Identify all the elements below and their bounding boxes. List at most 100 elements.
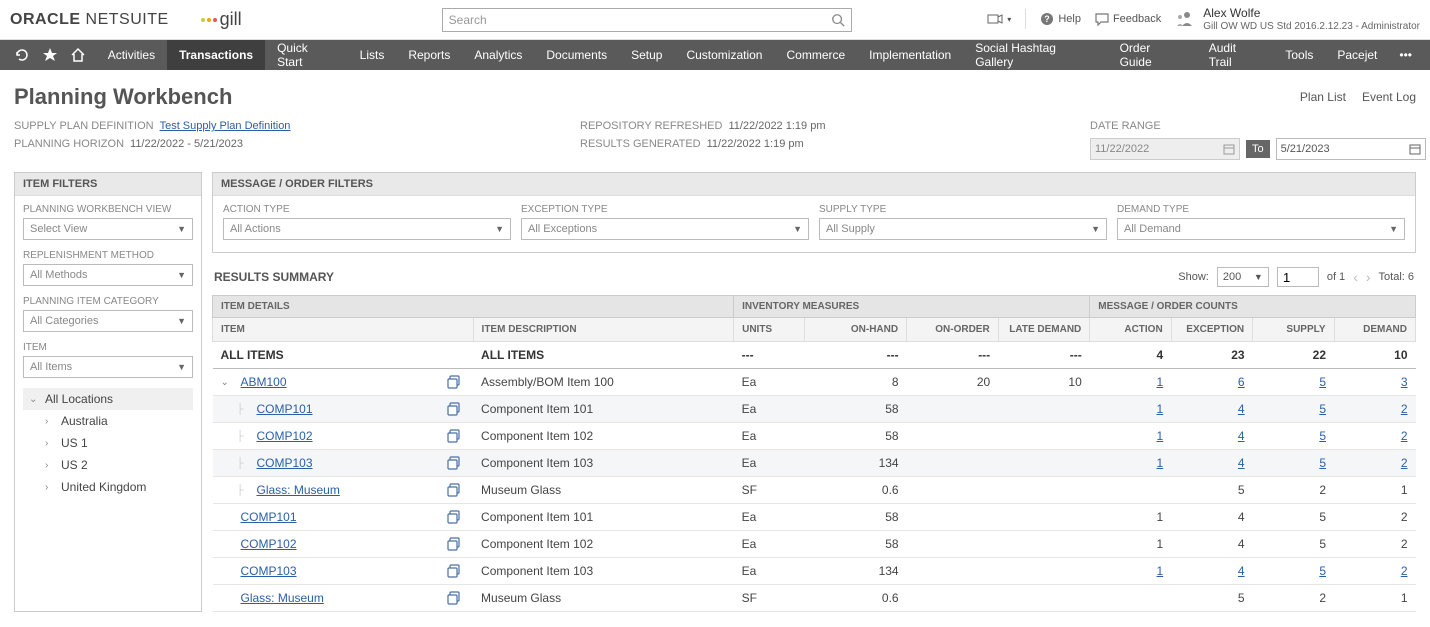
calendar-icon[interactable] [1409,143,1421,155]
count-link[interactable]: 5 [1319,375,1326,389]
count-link[interactable]: 4 [1238,456,1245,470]
nav-tab-order-guide[interactable]: Order Guide [1108,40,1197,70]
location-tree-item[interactable]: ›Australia [23,410,193,432]
nav-tab-transactions[interactable]: Transactions [167,40,265,70]
count-link[interactable]: 2 [1401,429,1408,443]
recent-records-icon[interactable] [8,47,36,63]
item-stack-icon[interactable] [447,483,465,497]
count-link[interactable]: 2 [1401,402,1408,416]
item-link[interactable]: COMP102 [257,429,313,443]
count-link[interactable]: 1 [1157,402,1164,416]
connector-icon[interactable]: ▾ [987,12,1011,26]
col-supply[interactable]: SUPPLY [1253,318,1334,342]
date-to-input[interactable]: 5/21/2023 [1276,138,1426,160]
location-tree-item[interactable]: ›United Kingdom [23,476,193,498]
col-demand[interactable]: DEMAND [1334,318,1416,342]
user-menu[interactable]: Alex Wolfe Gill OW WD US Std 2016.2.12.2… [1175,6,1420,32]
mof-filter-select[interactable]: All Supply▼ [819,218,1107,240]
cell-units: SF [734,477,805,504]
item-link[interactable]: COMP103 [257,456,313,470]
item-link[interactable]: COMP103 [241,564,297,578]
global-search[interactable] [442,8,852,32]
count-link[interactable]: 2 [1401,456,1408,470]
nav-tab-audit-trail[interactable]: Audit Trail [1197,40,1274,70]
location-tree-item[interactable]: ›US 1 [23,432,193,454]
count-link[interactable]: 1 [1157,564,1164,578]
nav-tab-commerce[interactable]: Commerce [774,40,857,70]
location-tree-item[interactable]: ›US 2 [23,454,193,476]
mof-filter-select[interactable]: All Actions▼ [223,218,511,240]
count-link[interactable]: 6 [1238,375,1245,389]
count-link[interactable]: 4 [1238,402,1245,416]
col-action[interactable]: ACTION [1090,318,1171,342]
count-link[interactable]: 3 [1401,375,1408,389]
nav-tab-customization[interactable]: Customization [674,40,774,70]
item-stack-icon[interactable] [447,402,465,416]
nav-tab-lists[interactable]: Lists [348,40,397,70]
item-stack-icon[interactable] [447,537,465,551]
nav-tab-documents[interactable]: Documents [534,40,619,70]
search-input[interactable] [449,13,831,27]
item-link[interactable]: Glass: Museum [241,591,324,605]
prev-page-icon[interactable]: ‹ [1353,269,1358,285]
method-select[interactable]: All Methods▼ [23,264,193,286]
item-stack-icon[interactable] [447,510,465,524]
nav-tab-pacejet[interactable]: Pacejet [1325,40,1389,70]
count-link[interactable]: 4 [1238,564,1245,578]
count-link[interactable]: 5 [1319,564,1326,578]
item-stack-icon[interactable] [447,591,465,605]
page-number-input[interactable] [1277,267,1319,287]
page-size-select[interactable]: 200▼ [1217,267,1269,287]
nav-tab-activities[interactable]: Activities [96,40,167,70]
count-link[interactable]: 2 [1401,564,1408,578]
col-exception[interactable]: EXCEPTION [1171,318,1252,342]
item-link[interactable]: COMP102 [241,537,297,551]
mof-filter-select[interactable]: All Exceptions▼ [521,218,809,240]
search-icon[interactable] [831,13,845,27]
nav-tab-analytics[interactable]: Analytics [462,40,534,70]
nav-tab-implementation[interactable]: Implementation [857,40,963,70]
item-link[interactable]: ABM100 [241,375,287,389]
mof-filter-select[interactable]: All Demand▼ [1117,218,1405,240]
home-icon[interactable] [64,47,92,63]
feedback-link[interactable]: Feedback [1095,12,1161,26]
nav-tab-tools[interactable]: Tools [1273,40,1325,70]
item-stack-icon[interactable] [447,429,465,443]
count-link[interactable]: 5 [1319,456,1326,470]
spd-link[interactable]: Test Supply Plan Definition [160,120,291,132]
plan-list-link[interactable]: Plan List [1300,90,1346,104]
event-log-link[interactable]: Event Log [1362,90,1416,104]
item-stack-icon[interactable] [447,375,465,389]
nav-tab-setup[interactable]: Setup [619,40,674,70]
count-link[interactable]: 5 [1319,402,1326,416]
col-late[interactable]: LATE DEMAND [998,318,1090,342]
nav-more-icon[interactable]: ••• [1389,48,1422,62]
col-item[interactable]: ITEM [213,318,474,342]
item-select[interactable]: All Items▼ [23,356,193,378]
count-link[interactable]: 1 [1157,375,1164,389]
category-select[interactable]: All Categories▼ [23,310,193,332]
help-link[interactable]: ? Help [1040,12,1081,26]
count-link[interactable]: 4 [1238,429,1245,443]
nav-tab-reports[interactable]: Reports [396,40,462,70]
col-onhand[interactable]: ON-HAND [805,318,907,342]
count-link[interactable]: 1 [1157,456,1164,470]
shortcuts-icon[interactable] [36,47,64,63]
collapse-icon[interactable]: ⌄ [221,377,235,388]
col-desc[interactable]: ITEM DESCRIPTION [473,318,734,342]
item-link[interactable]: COMP101 [241,510,297,524]
col-units[interactable]: UNITS [734,318,805,342]
item-stack-icon[interactable] [447,564,465,578]
col-onorder[interactable]: ON-ORDER [907,318,999,342]
nav-tab-social-hashtag-gallery[interactable]: Social Hashtag Gallery [963,40,1107,70]
item-link[interactable]: Glass: Museum [257,483,340,497]
view-select[interactable]: Select View▼ [23,218,193,240]
count-link[interactable]: 5 [1319,429,1326,443]
nav-tab-quick-start[interactable]: Quick Start [265,40,348,70]
user-role: Gill OW WD US Std 2016.2.12.23 - Adminis… [1203,21,1420,33]
location-tree-root[interactable]: ⌄ All Locations [23,388,193,410]
count-link[interactable]: 1 [1157,429,1164,443]
item-stack-icon[interactable] [447,456,465,470]
next-page-icon[interactable]: › [1366,269,1371,285]
item-link[interactable]: COMP101 [257,402,313,416]
